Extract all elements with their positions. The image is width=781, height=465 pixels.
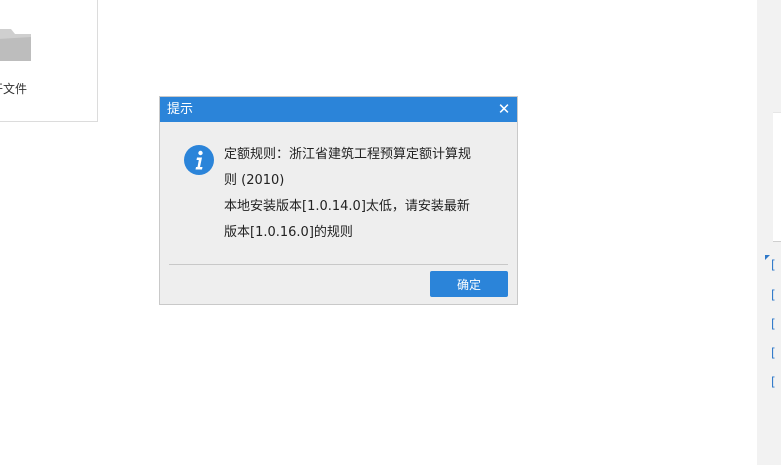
open-file-tile[interactable]: 开文件 (0, 0, 98, 122)
open-file-label: 开文件 (0, 82, 28, 96)
side-link[interactable]: [ (771, 375, 781, 389)
dialog-title: 提示 (167, 102, 194, 117)
expand-triangle-icon[interactable] (765, 255, 770, 260)
side-link[interactable]: [ (771, 258, 781, 272)
folder-icon (0, 29, 31, 61)
message-line: 定额规则：浙江省建筑工程预算定额计算规 (224, 147, 472, 162)
message-line: 版本[1.0.16.0]的规则 (224, 225, 353, 240)
dialog-titlebar[interactable]: 提示 ✕ (160, 97, 517, 122)
right-panel-box (773, 112, 781, 242)
side-link[interactable]: [ (771, 346, 781, 360)
side-link[interactable]: [ (771, 317, 781, 331)
dialog-message: 定额规则：浙江省建筑工程预算定额计算规 则 (2010) 本地安装版本[1.0.… (224, 142, 504, 246)
message-line: 本地安装版本[1.0.14.0]太低，请安装最新 (224, 199, 470, 214)
side-link[interactable]: [ (771, 288, 781, 302)
info-icon (184, 145, 214, 175)
prompt-dialog: 提示 ✕ 定额规则：浙江省建筑工程预算定额计算规 则 (2010) 本地安装版本… (159, 96, 518, 305)
close-button[interactable]: ✕ (495, 100, 513, 118)
dialog-divider (169, 264, 508, 265)
ok-button[interactable]: 确定 (430, 271, 508, 297)
message-line: 则 (2010) (224, 173, 285, 188)
